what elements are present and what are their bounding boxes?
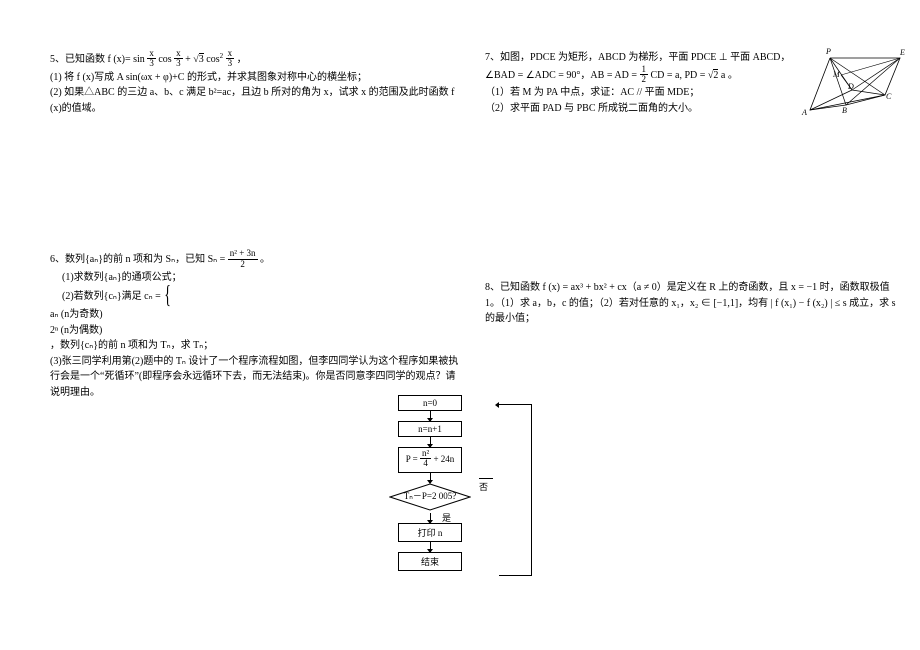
arrow-down-icon: [430, 542, 431, 552]
geometry-figure: P E A B C D M: [800, 50, 905, 130]
q6-lead: 6、数列{aₙ}的前 n 项和为 Sₙ，已知 Sₙ =: [50, 255, 228, 266]
flow-box-print: 打印 n: [398, 523, 462, 542]
flow-box-init: n=0: [398, 395, 462, 411]
arrow-down-icon: [430, 473, 431, 483]
vertex-C: C: [886, 92, 891, 101]
frac-x-3a: x3: [147, 49, 156, 69]
vertex-D: D: [848, 82, 854, 91]
q6-p1: (1)求数列{aₙ}的通项公式；: [50, 270, 460, 286]
sqrt2-icon: √2: [708, 69, 719, 81]
question-5: 5、已知函数 f (x)= sin x3 cos x3 + √3 cos2 x3…: [50, 50, 460, 116]
frac-x-3b: x3: [174, 49, 183, 69]
q7-p1: （1）若 M 为 PA 中点，求证：AC // 平面 MDE；: [485, 85, 795, 101]
arrow-down-icon: [430, 513, 431, 523]
flow-box-inc: n=n+1: [398, 421, 462, 437]
q5-lead: 5、已知函数 f (x)= sin: [50, 54, 145, 65]
q6-p2b: ，数列{cₙ}的前 n 项和为 Tₙ，求 Tₙ；: [50, 340, 213, 351]
q5-part1: (1) 将 f (x)写成 A sin(ωx + φ)+C 的形式，并求其图象对…: [50, 70, 460, 86]
q8-text: 8、已知函数 f (x) = ax³ + bx² + cx（a ≠ 0）是定义在…: [485, 280, 905, 327]
q5-part2: (2) 如果△ABC 的三边 a、b、c 满足 b²=ac，且边 b 所对的角为…: [50, 85, 460, 116]
flow-decision: Tₙ－P=2 005?: [389, 483, 471, 511]
flow-yes-label: 是: [442, 511, 451, 524]
brace-icon: {: [164, 277, 171, 316]
arrow-down-icon: [430, 437, 431, 447]
question-7: 7、如图，PDCE 为矩形，ABCD 为梯形，平面 PDCE ⊥ 平面 ABCD…: [485, 50, 795, 116]
sqrt3-icon: √3: [193, 53, 204, 65]
q6-frac: n² + 3n2: [228, 249, 258, 269]
flowchart: n=0 n=n+1 P = n²4 + 24n Tₙ－P=2 005? 否 是 …: [360, 395, 500, 571]
vertex-P: P: [826, 47, 831, 56]
q7-half: 12: [640, 65, 649, 85]
vertex-M: M: [833, 70, 840, 79]
vertex-B: B: [842, 106, 847, 115]
question-6: 6、数列{aₙ}的前 n 项和为 Sₙ，已知 Sₙ = n² + 3n2 。 (…: [50, 250, 460, 400]
q7-p2: （2）求平面 PAD 与 PBC 所成锐二面角的大小。: [485, 101, 795, 117]
q6-p3: (3)张三同学利用第(2)题中的 Tₙ 设计了一个程序流程如图，但李四同学认为这…: [50, 354, 460, 401]
q6-p2a: (2)若数列{cₙ}满足 cₙ =: [62, 291, 163, 302]
question-8: 8、已知函数 f (x) = ax³ + bx² + cx（a ≠ 0）是定义在…: [485, 280, 905, 327]
flow-box-end: 结束: [398, 552, 462, 571]
vertex-A: A: [802, 108, 807, 117]
flow-box-P: P = n²4 + 24n: [398, 447, 462, 473]
flow-loop-line: [499, 404, 532, 576]
arrow-down-icon: [430, 411, 431, 421]
flow-no-label: 否: [479, 478, 493, 493]
vertex-E: E: [900, 48, 905, 57]
frac-x-3c: x3: [226, 49, 235, 69]
q7-l1: 7、如图，PDCE 为矩形，ABCD 为梯形，平面 PDCE ⊥ 平面 ABCD…: [485, 50, 795, 66]
